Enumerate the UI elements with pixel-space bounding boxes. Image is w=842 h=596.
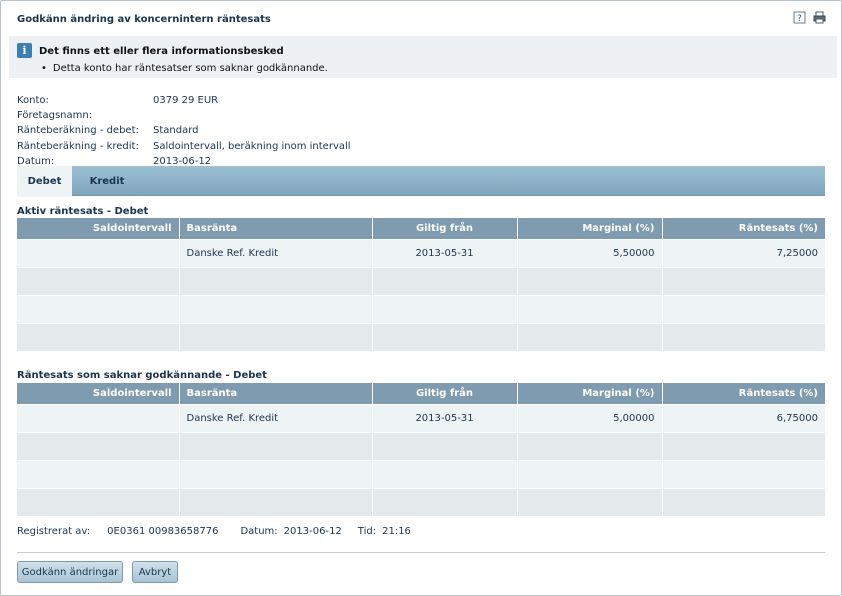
detail-row-credit-calc: Ränteberäkning - kredit: Saldointervall,… <box>17 139 351 154</box>
column-header: Giltig från <box>372 218 518 239</box>
table-cell: 2013-05-31 <box>372 403 518 432</box>
table-cell <box>662 322 825 351</box>
table-cell <box>17 238 180 267</box>
detail-row-debit-calc: Ränteberäkning - debet: Standard <box>17 123 351 138</box>
cancel-button[interactable]: Avbryt <box>132 561 178 583</box>
table-row <box>17 266 825 295</box>
table-cell: 5,50000 <box>517 238 663 267</box>
table-cell: 7,25000 <box>662 238 825 267</box>
svg-text:?: ? <box>797 14 802 24</box>
table-cell <box>372 487 518 516</box>
column-header: Saldointervall <box>17 383 180 404</box>
detail-label: Ränteberäkning - kredit: <box>17 140 139 152</box>
table-cell <box>662 487 825 516</box>
table-cell <box>517 431 663 460</box>
table-cell: 6,75000 <box>662 403 825 432</box>
table-cell <box>517 266 663 295</box>
pending-rate-title: Räntesats som saknar godkännande - Debet <box>17 370 267 381</box>
table-cell <box>517 294 663 323</box>
table-cell: Danske Ref. Kredit <box>179 238 373 267</box>
registered-time-value: 21:16 <box>382 526 411 537</box>
pending-rate-table: Saldointervall Basränta Giltig från Marg… <box>17 383 825 516</box>
detail-label: Ränteberäkning - debet: <box>17 125 139 137</box>
table-cell <box>179 431 373 460</box>
registered-by-value: 0E0361 00983658776 <box>107 526 219 537</box>
table-cell <box>662 459 825 488</box>
table-cell <box>662 294 825 323</box>
table-cell <box>179 459 373 488</box>
table-cell <box>662 266 825 295</box>
table-row <box>17 431 825 460</box>
table-cell <box>517 487 663 516</box>
table-cell <box>17 294 180 323</box>
detail-value: 0379 29 EUR <box>153 95 219 106</box>
table-cell <box>372 431 518 460</box>
table-row <box>17 322 825 351</box>
info-title: Det finns ett eller flera informationsbe… <box>39 46 284 57</box>
table-cell <box>179 322 373 351</box>
info-message: Detta konto har räntesatser som saknar g… <box>41 63 328 74</box>
column-header: Saldointervall <box>17 218 180 239</box>
table-row <box>17 487 825 516</box>
detail-label: Konto: <box>17 95 49 106</box>
table-cell <box>372 266 518 295</box>
registration-info: Registrerat av: 0E0361 00983658776 Datum… <box>17 526 417 537</box>
registered-date-value: 2013-06-12 <box>283 526 342 537</box>
column-header: Räntesats (%) <box>662 383 825 404</box>
detail-row-company: Företagsnamn: <box>17 108 351 123</box>
active-rate-table: Saldointervall Basränta Giltig från Marg… <box>17 218 825 351</box>
table-row: Danske Ref. Kredit 2013-05-31 5,00000 6,… <box>17 403 825 432</box>
table-cell <box>179 266 373 295</box>
table-cell: 2013-05-31 <box>372 238 518 267</box>
table-cell <box>17 322 180 351</box>
account-details: Konto: 0379 29 EUR Företagsnamn: Räntebe… <box>17 93 351 169</box>
table-cell <box>179 294 373 323</box>
footer-divider <box>17 552 825 553</box>
table-cell <box>17 403 180 432</box>
table-cell: Danske Ref. Kredit <box>179 403 373 432</box>
column-header: Giltig från <box>372 383 518 404</box>
registered-by-label: Registrerat av: <box>17 526 91 537</box>
table-cell <box>662 431 825 460</box>
table-cell <box>517 322 663 351</box>
tab-debet[interactable]: Debet <box>17 166 72 197</box>
print-icon[interactable] <box>813 11 826 24</box>
table-cell <box>372 459 518 488</box>
info-icon: i <box>17 43 32 58</box>
detail-value: Saldointervall, beräkning inom intervall <box>153 140 351 152</box>
page-title: Godkänn ändring av koncernintern räntesa… <box>17 14 271 25</box>
detail-value: Standard <box>153 125 199 137</box>
column-header: Basränta <box>179 218 373 239</box>
table-cell <box>17 487 180 516</box>
info-message-box: i Det finns ett eller flera informations… <box>9 36 837 78</box>
table-cell <box>179 487 373 516</box>
column-header: Räntesats (%) <box>662 218 825 239</box>
table-cell <box>517 459 663 488</box>
active-rate-title: Aktiv räntesats - Debet <box>17 206 149 217</box>
table-cell <box>17 431 180 460</box>
registered-time-label: Tid: <box>357 526 377 537</box>
table-cell <box>372 294 518 323</box>
tab-kredit[interactable]: Kredit <box>72 166 142 196</box>
approve-changes-button[interactable]: Godkänn ändringar <box>17 561 123 583</box>
table-header-row: Saldointervall Basränta Giltig från Marg… <box>17 218 825 239</box>
table-cell <box>17 459 180 488</box>
toolbar: ? <box>793 11 826 24</box>
registered-date-label: Datum: <box>240 526 278 537</box>
table-cell <box>17 266 180 295</box>
detail-label: Företagsnamn: <box>17 110 93 122</box>
table-row <box>17 459 825 488</box>
column-header: Basränta <box>179 383 373 404</box>
column-header: Marginal (%) <box>517 383 663 404</box>
table-cell: 5,00000 <box>517 403 663 432</box>
table-row: Danske Ref. Kredit 2013-05-31 5,50000 7,… <box>17 238 825 267</box>
detail-row-account: Konto: 0379 29 EUR <box>17 93 351 108</box>
help-icon[interactable]: ? <box>793 11 806 24</box>
tab-bar: Debet Kredit <box>17 166 825 197</box>
table-row <box>17 294 825 323</box>
table-cell <box>372 322 518 351</box>
column-header: Marginal (%) <box>517 218 663 239</box>
table-header-row: Saldointervall Basränta Giltig från Marg… <box>17 383 825 404</box>
